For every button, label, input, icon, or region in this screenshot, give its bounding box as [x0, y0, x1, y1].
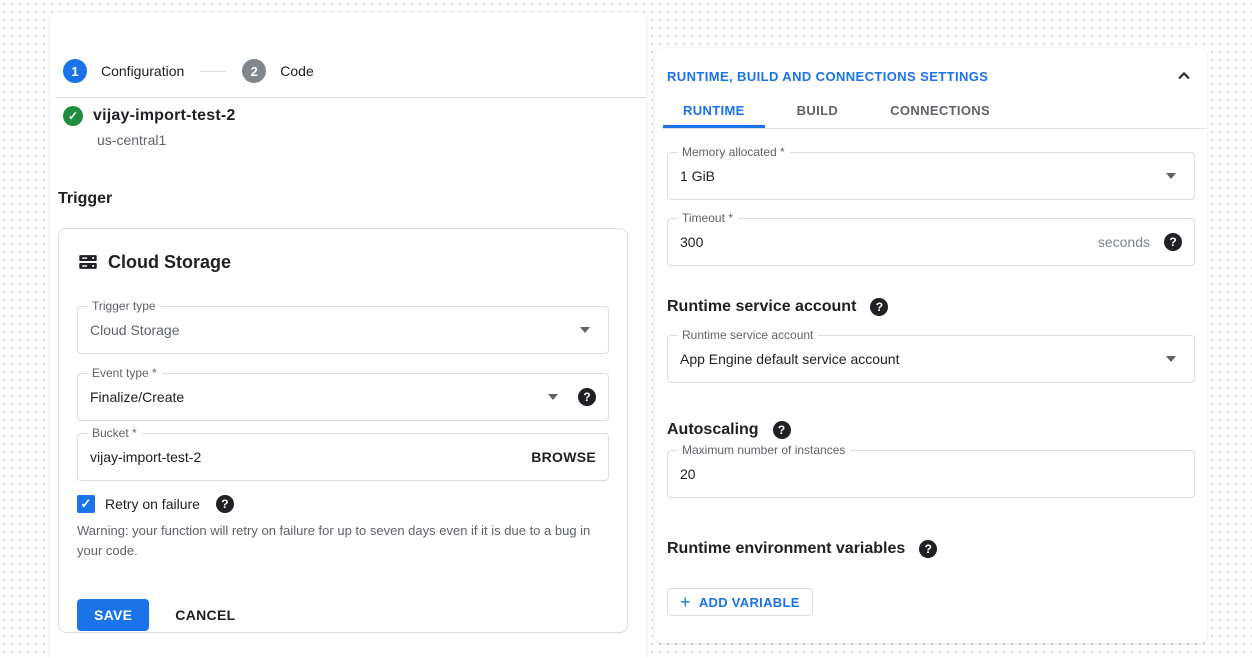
retry-checkbox[interactable]: ✓: [77, 495, 95, 513]
event-type-select[interactable]: Event type * Finalize/Create ?: [77, 373, 609, 421]
autoscaling-heading-row: Autoscaling ?: [667, 421, 791, 439]
add-variable-label: ADD VARIABLE: [699, 595, 800, 610]
function-name-row: ✓ vijay-import-test-2: [63, 106, 236, 126]
memory-allocated-label: Memory allocated *: [677, 145, 790, 159]
memory-allocated-value: 1 GiB: [680, 168, 715, 184]
service-account-heading-row: Runtime service account ?: [667, 298, 888, 316]
settings-tabs: RUNTIME BUILD CONNECTIONS: [663, 95, 1207, 129]
service-account-value: App Engine default service account: [680, 351, 899, 367]
chevron-down-icon: [1166, 356, 1176, 362]
trigger-type-label: Trigger type: [87, 299, 161, 313]
bucket-value: vijay-import-test-2: [90, 449, 201, 465]
service-account-help-icon[interactable]: ?: [870, 298, 888, 316]
step-1-circle[interactable]: 1: [63, 59, 87, 83]
memory-allocated-select[interactable]: Memory allocated * 1 GiB: [667, 152, 1195, 200]
success-check-icon: ✓: [63, 106, 83, 126]
stepper-divider: [55, 97, 646, 98]
service-account-heading: Runtime service account: [667, 298, 856, 316]
step-1-label[interactable]: Configuration: [101, 63, 184, 79]
browse-button[interactable]: BROWSE: [531, 449, 596, 465]
function-region: us-central1: [97, 132, 166, 148]
trigger-type-select[interactable]: Trigger type Cloud Storage: [77, 306, 609, 354]
runtime-settings-panel: RUNTIME, BUILD AND CONNECTIONS SETTINGS …: [655, 48, 1207, 643]
retry-label: Retry on failure: [105, 496, 200, 512]
function-name: vijay-import-test-2: [93, 107, 236, 125]
max-instances-value: 20: [680, 466, 696, 482]
trigger-type-value: Cloud Storage: [90, 322, 180, 338]
step-2-circle[interactable]: 2: [242, 59, 266, 83]
cloud-storage-icon: [77, 251, 99, 273]
stepper-separator: [200, 71, 226, 72]
settings-header-row: RUNTIME, BUILD AND CONNECTIONS SETTINGS: [667, 65, 1195, 87]
timeout-unit: seconds: [1098, 234, 1150, 250]
chevron-down-icon: [548, 394, 558, 400]
env-vars-heading-row: Runtime environment variables ?: [667, 540, 937, 558]
service-account-label: Runtime service account: [677, 328, 818, 342]
timeout-value: 300: [680, 234, 703, 250]
timeout-label: Timeout *: [677, 211, 738, 225]
settings-header-title[interactable]: RUNTIME, BUILD AND CONNECTIONS SETTINGS: [667, 69, 988, 84]
trigger-card-header: Cloud Storage: [77, 251, 231, 273]
retry-row: ✓ Retry on failure ?: [77, 495, 234, 513]
card-actions: SAVE CANCEL: [77, 599, 235, 631]
add-variable-button[interactable]: + ADD VARIABLE: [667, 588, 813, 616]
cancel-button[interactable]: CANCEL: [175, 607, 235, 623]
autoscaling-heading: Autoscaling: [667, 421, 759, 439]
timeout-help-icon[interactable]: ?: [1164, 233, 1182, 251]
tab-runtime[interactable]: RUNTIME: [663, 95, 765, 128]
service-account-select[interactable]: Runtime service account App Engine defau…: [667, 335, 1195, 383]
trigger-card: Cloud Storage Trigger type Cloud Storage…: [58, 228, 628, 633]
bucket-label: Bucket *: [87, 426, 142, 440]
env-vars-heading: Runtime environment variables: [667, 540, 905, 558]
autoscaling-help-icon[interactable]: ?: [773, 421, 791, 439]
step-2-label[interactable]: Code: [280, 63, 313, 79]
trigger-heading: Trigger: [58, 190, 112, 208]
chevron-down-icon: [1166, 173, 1176, 179]
configuration-panel: 1 Configuration 2 Code ✓ vijay-import-te…: [50, 12, 646, 658]
plus-icon: +: [680, 593, 691, 611]
event-type-label: Event type *: [87, 366, 162, 380]
bucket-input[interactable]: Bucket * vijay-import-test-2 BROWSE: [77, 433, 609, 481]
save-button[interactable]: SAVE: [77, 599, 149, 631]
max-instances-input[interactable]: Maximum number of instances 20: [667, 450, 1195, 498]
chevron-down-icon: [580, 327, 590, 333]
timeout-input[interactable]: Timeout * 300 seconds ?: [667, 218, 1195, 266]
retry-help-icon[interactable]: ?: [216, 495, 234, 513]
env-vars-help-icon[interactable]: ?: [919, 540, 937, 558]
chevron-up-icon[interactable]: [1173, 65, 1195, 87]
event-type-value: Finalize/Create: [90, 389, 184, 405]
trigger-card-title: Cloud Storage: [108, 252, 231, 273]
max-instances-label: Maximum number of instances: [677, 443, 850, 457]
retry-warning-text: Warning: your function will retry on fai…: [77, 521, 605, 560]
tab-connections[interactable]: CONNECTIONS: [870, 95, 1010, 128]
event-type-help-icon[interactable]: ?: [578, 388, 596, 406]
tab-build[interactable]: BUILD: [777, 95, 858, 128]
stepper: 1 Configuration 2 Code: [63, 59, 314, 83]
